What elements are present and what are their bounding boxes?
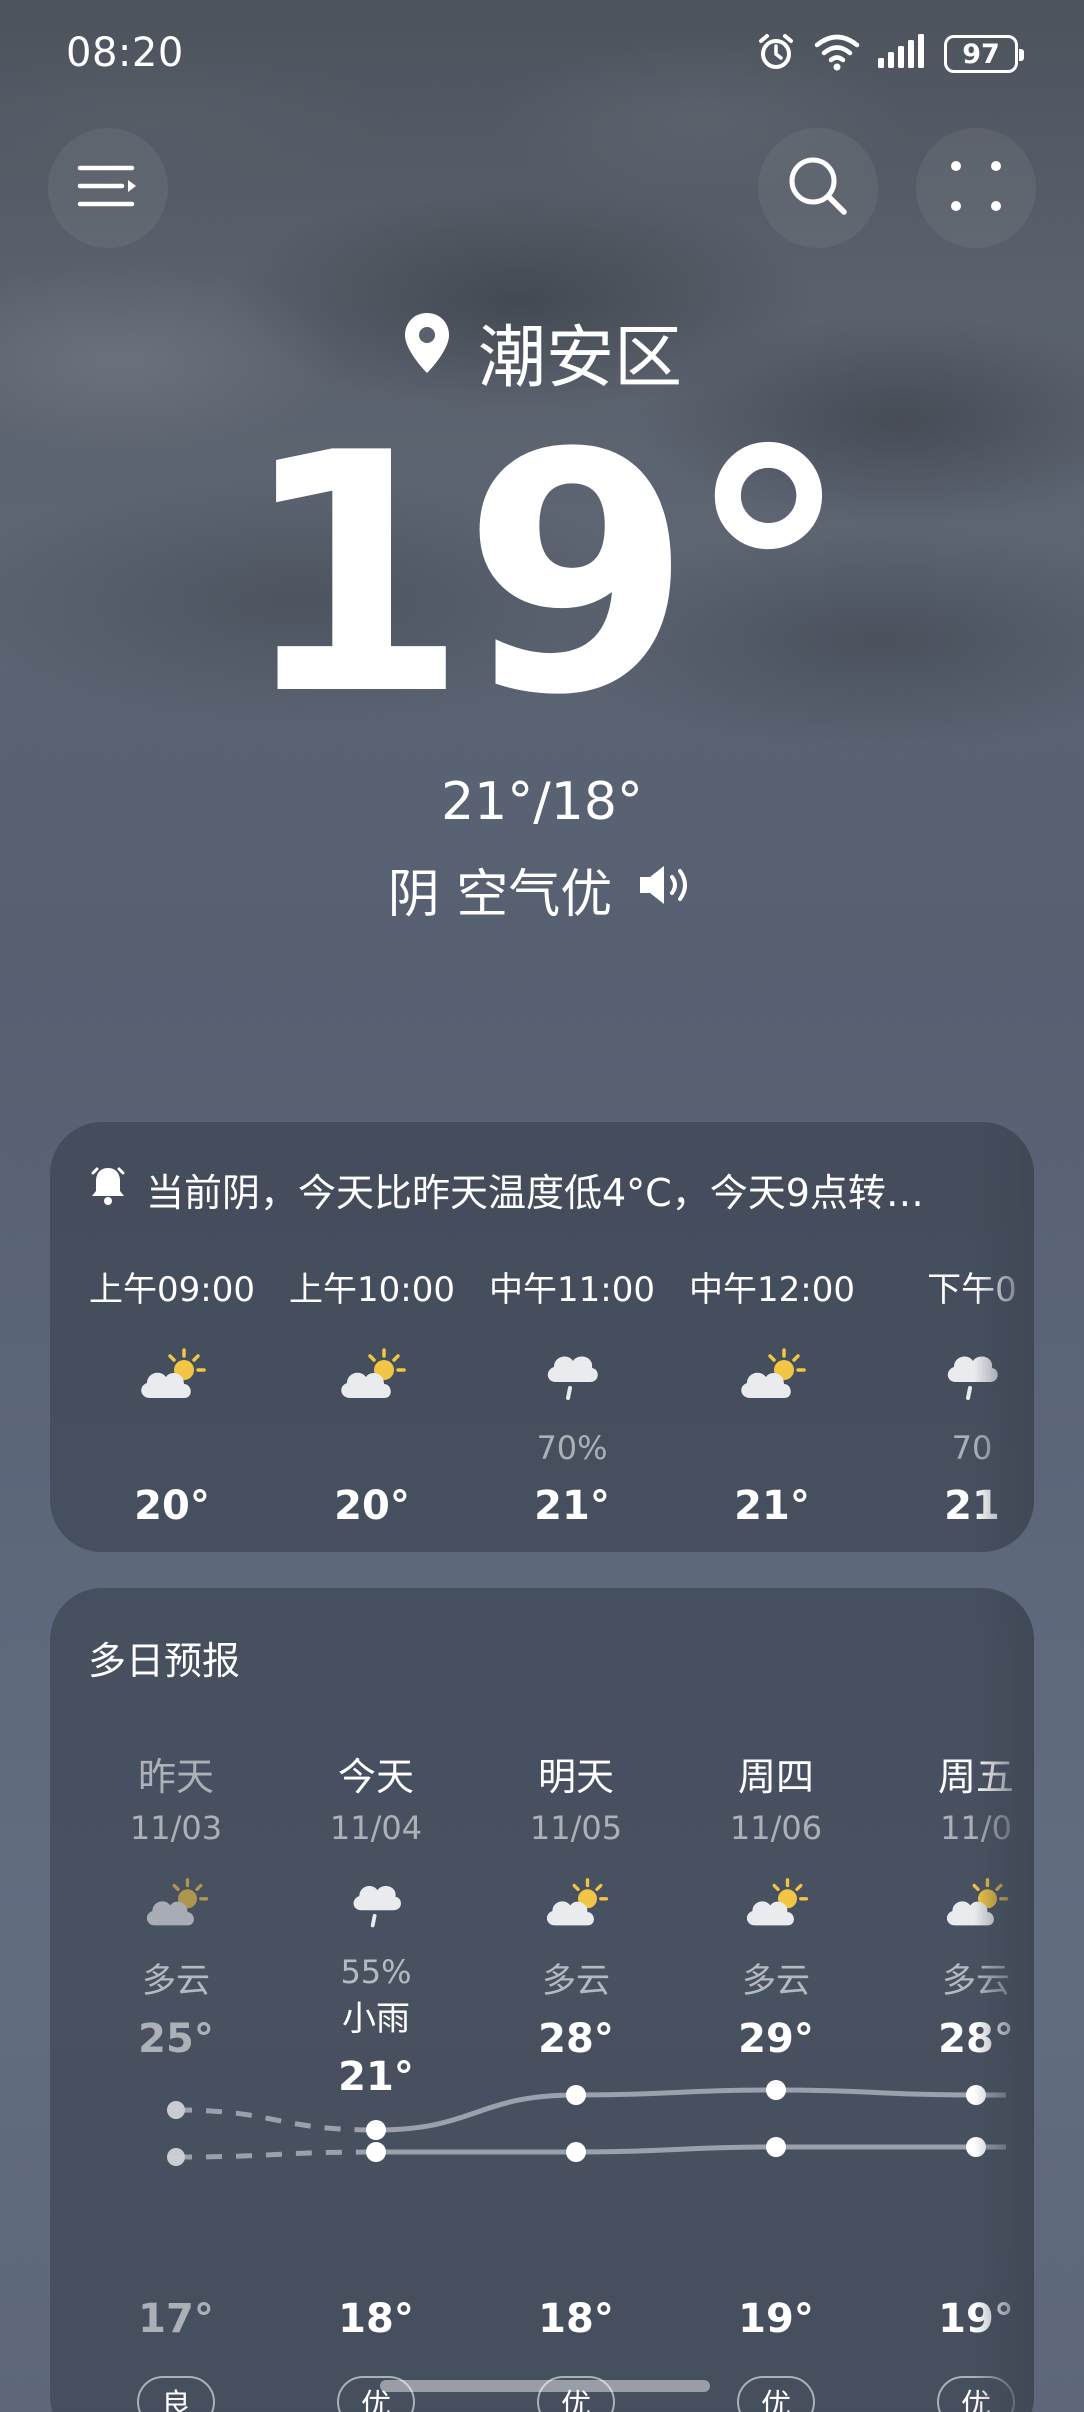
hourly-temperature: 21° xyxy=(534,1483,610,1529)
more-button[interactable] xyxy=(916,128,1036,248)
menu-icon xyxy=(76,164,140,212)
hourly-temperature: 20° xyxy=(334,1483,410,1529)
high-temp-line xyxy=(375,2087,1006,2133)
battery-level: 97 xyxy=(962,38,1000,70)
hourly-temperature: 21° xyxy=(734,1483,810,1529)
hourly-precip-chance: 70% xyxy=(536,1429,608,1467)
hourly-time: 中午12:00 xyxy=(689,1270,855,1310)
low-temp-point xyxy=(566,2142,586,2162)
high-temp-point xyxy=(566,2085,586,2105)
alarm-icon xyxy=(756,32,796,76)
low-temp-point xyxy=(766,2137,786,2157)
location-pin-icon xyxy=(402,311,452,392)
hourly-item[interactable]: 上午09:00 20° xyxy=(72,1262,272,1529)
hourly-precip-chance xyxy=(272,1429,472,1473)
partly-cloudy-icon xyxy=(272,1319,472,1429)
current-temperature: 19° xyxy=(238,383,851,767)
battery-indicator: 97 xyxy=(944,35,1024,73)
partly-cloudy-icon xyxy=(72,1319,272,1429)
hourly-time: 上午09:00 xyxy=(89,1270,255,1310)
menu-button[interactable] xyxy=(48,128,168,248)
wifi-icon xyxy=(814,33,860,75)
hourly-precip-chance xyxy=(672,1429,872,1473)
low-temp-point xyxy=(167,2148,185,2166)
home-indicator[interactable] xyxy=(380,2380,710,2392)
hourly-temperature: 20° xyxy=(134,1483,210,1529)
scroll-fade xyxy=(974,1122,1034,1552)
low-temp-past-segment xyxy=(175,2149,377,2160)
speaker-icon[interactable] xyxy=(636,860,696,920)
high-temp-past-segment xyxy=(175,2107,377,2133)
hourly-item[interactable]: 中午11:00 70% 21° xyxy=(472,1262,672,1529)
signal-icon xyxy=(878,34,926,74)
grid-dots-icon xyxy=(950,160,1002,216)
hourly-item[interactable]: 上午10:00 20° xyxy=(272,1262,472,1529)
hourly-precip-chance xyxy=(72,1429,272,1473)
low-temp-line xyxy=(375,2144,1006,2155)
hourly-time: 中午11:00 xyxy=(489,1270,655,1310)
search-button[interactable] xyxy=(758,128,878,248)
high-temp-point xyxy=(167,2101,185,2119)
daily-forecast-card[interactable]: 多日预报 昨天 11/03 多云 25° 17° 良今天 11/04 55% 小雨 21° 18° 优… xyxy=(50,1588,1034,2412)
hourly-forecast-card[interactable]: 当前阴，今天比昨天温度低4°C，今天9点转… 上午09:00 20° 上午10:00… xyxy=(50,1122,1034,1552)
high-low-temperature: 21°/18° xyxy=(441,772,643,832)
condition-line: 阴 空气优 xyxy=(0,852,1084,927)
low-temp-point xyxy=(366,2142,386,2162)
status-icons: 97 xyxy=(756,32,1024,76)
condition-text: 阴 空气优 xyxy=(387,865,613,925)
search-icon xyxy=(786,154,850,222)
weather-alert-text: 当前阴，今天比昨天温度低4°C，今天9点转… xyxy=(146,1171,924,1215)
high-temp-point xyxy=(366,2120,386,2140)
high-temp-point xyxy=(766,2080,786,2100)
scroll-fade xyxy=(974,1588,1034,2412)
hourly-item[interactable]: 中午12:00 21° xyxy=(672,1262,872,1529)
light-rain-icon xyxy=(472,1319,672,1429)
temperature-trend-chart xyxy=(167,2080,1006,2166)
weather-alert-row[interactable]: 当前阴，今天比昨天温度低4°C，今天9点转… xyxy=(90,1162,924,1217)
partly-cloudy-icon xyxy=(672,1319,872,1429)
bell-icon xyxy=(90,1165,126,1214)
hourly-time: 上午10:00 xyxy=(289,1270,455,1310)
status-time: 08:20 xyxy=(66,30,184,76)
